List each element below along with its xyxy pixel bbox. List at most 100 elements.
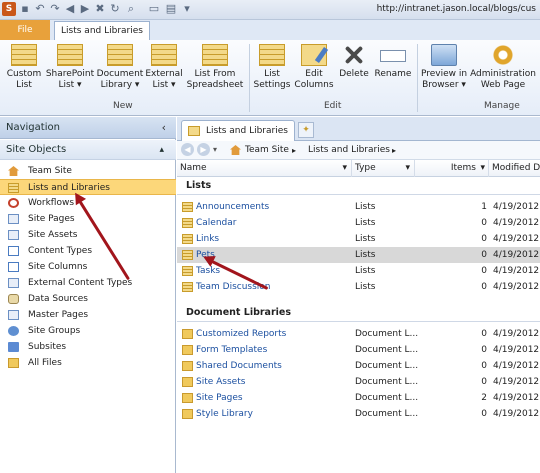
nav-item-subsites[interactable]: Subsites: [0, 339, 176, 355]
library-row[interactable]: Site Pages Document L... 2 4/19/2012: [177, 390, 540, 406]
list-name-link[interactable]: Announcements: [196, 199, 269, 215]
nav-item-master-pages[interactable]: Master Pages: [0, 307, 176, 323]
list-row[interactable]: Announcements Lists 1 4/19/2012: [177, 199, 540, 215]
list-row[interactable]: Calendar Lists 0 4/19/2012: [177, 215, 540, 231]
forward-arrow-icon[interactable]: ▶: [197, 143, 210, 156]
breadcrumb-lists-and-libraries[interactable]: Lists and Libraries: [308, 141, 390, 160]
preview-icon[interactable]: ⌕: [124, 2, 138, 16]
library-type: Document L...: [355, 361, 419, 371]
list-from-spreadsheet-button[interactable]: List From Spreadsheet: [184, 44, 246, 91]
nav-item-site-groups[interactable]: Site Groups: [0, 323, 176, 339]
nav-item-team-site[interactable]: Team Site: [0, 163, 176, 179]
sort-dropdown-icon[interactable]: ▾: [342, 160, 347, 177]
collapse-navigation-icon[interactable]: ‹: [162, 117, 166, 139]
rename-button[interactable]: Rename: [372, 44, 414, 80]
sort-dropdown-icon[interactable]: ▾: [480, 160, 485, 177]
library-name-link[interactable]: Style Library: [196, 406, 253, 422]
lists-and-libraries-document-tab[interactable]: Lists and Libraries: [181, 120, 295, 141]
nav-item-data-sources[interactable]: Data Sources: [0, 291, 176, 307]
column-header-modified[interactable]: Modified Da: [489, 160, 540, 177]
list-name-link[interactable]: Calendar: [196, 215, 236, 231]
nav-item-external-content-types[interactable]: External Content Types: [0, 275, 176, 291]
list-item-count: 0: [481, 250, 487, 260]
library-row[interactable]: Customized Reports Document L... 0 4/19/…: [177, 326, 540, 342]
list-type: Lists: [355, 250, 376, 260]
nav-item-all-files[interactable]: All Files: [0, 355, 176, 371]
document-library-icon: [107, 44, 133, 66]
sort-dropdown-icon[interactable]: ▾: [405, 160, 410, 177]
breadcrumb-separator-icon[interactable]: ▸: [392, 141, 396, 160]
collapse-site-objects-icon[interactable]: ▴: [159, 140, 164, 160]
delete-label: Delete: [339, 69, 369, 79]
breadcrumb: ◀ ▶ ▾ Team Site ▸ Lists and Libraries ▸: [177, 141, 540, 160]
redo-icon[interactable]: ↷: [48, 2, 62, 16]
nav-item-site-columns[interactable]: Site Columns: [0, 259, 176, 275]
library-row[interactable]: Shared Documents Document L... 0 4/19/20…: [177, 358, 540, 374]
new-tab-icon[interactable]: ✦: [298, 122, 314, 138]
library-modified-date: 4/19/2012: [493, 377, 540, 387]
list-name-link[interactable]: Team Discussion: [196, 279, 271, 295]
library-modified-date: 4/19/2012: [493, 361, 540, 371]
document-library-button[interactable]: Document Library ▾: [96, 44, 144, 91]
administration-web-page-button[interactable]: Administration Web Page: [470, 44, 536, 91]
library-row[interactable]: Site Assets Document L... 0 4/19/2012: [177, 374, 540, 390]
library-name-link[interactable]: Customized Reports: [196, 326, 286, 342]
stop-icon[interactable]: ✖: [93, 2, 107, 16]
lists-and-libraries-tab[interactable]: Lists and Libraries: [54, 21, 150, 40]
forward-icon[interactable]: ▶: [78, 2, 92, 16]
breadcrumb-team-site[interactable]: Team Site: [245, 141, 289, 160]
file-tab[interactable]: File: [0, 20, 50, 40]
external-list-button[interactable]: External List ▾: [144, 44, 184, 91]
list-modified-date: 4/19/2012: [493, 202, 540, 212]
delete-button[interactable]: Delete: [336, 44, 372, 80]
column-icon: [8, 262, 19, 272]
sharepoint-list-button[interactable]: SharePoint List ▾: [44, 44, 96, 91]
library-row[interactable]: Form Templates Document L... 0 4/19/2012: [177, 342, 540, 358]
nav-item-content-types[interactable]: Content Types: [0, 243, 176, 259]
column-header-items[interactable]: Items ▾: [415, 160, 489, 177]
nav-item-site-assets[interactable]: Site Assets: [0, 227, 176, 243]
open-file-icon[interactable]: ▤: [164, 2, 178, 16]
back-icon[interactable]: ◀: [63, 2, 77, 16]
breadcrumb-separator-icon[interactable]: ▸: [292, 141, 296, 160]
library-name-link[interactable]: Site Assets: [196, 374, 245, 390]
site-objects-header[interactable]: Site Objects ▴: [0, 140, 176, 160]
library-item-count: 0: [481, 345, 487, 355]
undo-icon[interactable]: ↶: [33, 2, 47, 16]
open-folder-icon[interactable]: ▭: [147, 2, 161, 16]
list-icon: [188, 126, 200, 136]
nav-item-label: Workflows: [28, 198, 75, 208]
list-settings-button[interactable]: List Settings: [252, 44, 292, 91]
list-icon: [182, 218, 193, 228]
nav-item-label: Team Site: [28, 166, 72, 176]
list-modified-date: 4/19/2012: [493, 218, 540, 228]
list-icon: [182, 266, 193, 276]
library-name-link[interactable]: Shared Documents: [196, 358, 282, 374]
preview-in-browser-button[interactable]: Preview in Browser ▾: [418, 44, 470, 91]
list-row[interactable]: Links Lists 0 4/19/2012: [177, 231, 540, 247]
refresh-icon[interactable]: ↻: [108, 2, 122, 16]
edit-columns-icon: [301, 44, 327, 66]
qat-customize-icon[interactable]: ▾: [180, 2, 194, 16]
nav-item-workflows[interactable]: Workflows: [0, 195, 176, 211]
column-header-type[interactable]: Type ▾: [352, 160, 415, 177]
library-name-link[interactable]: Form Templates: [196, 342, 267, 358]
list-row-selected[interactable]: Pets Lists 0 4/19/2012: [177, 247, 540, 263]
list-from-spreadsheet-label: List From Spreadsheet: [186, 69, 244, 90]
custom-list-button[interactable]: Custom List: [4, 44, 44, 91]
list-name-link[interactable]: Links: [196, 231, 219, 247]
lists-and-libraries-view: Lists Announcements Lists 1 4/19/2012 Ca…: [177, 177, 540, 473]
nav-item-lists-and-libraries[interactable]: Lists and Libraries: [0, 179, 176, 195]
library-type: Document L...: [355, 393, 419, 403]
column-name-label: Name: [180, 163, 207, 173]
library-name-link[interactable]: Site Pages: [196, 390, 243, 406]
edit-columns-button[interactable]: Edit Columns: [292, 44, 336, 91]
list-row[interactable]: Team Discussion Lists 0 4/19/2012: [177, 279, 540, 295]
save-icon[interactable]: ▪: [18, 2, 32, 16]
back-arrow-icon[interactable]: ◀: [181, 143, 194, 156]
library-row[interactable]: Style Library Document L... 0 4/19/2012: [177, 406, 540, 422]
column-header-name[interactable]: Name ▾: [177, 160, 352, 177]
group-label-edit: Edit: [324, 101, 342, 111]
history-dropdown-icon[interactable]: ▾: [213, 145, 217, 154]
sharepoint-designer-icon[interactable]: S: [2, 2, 16, 16]
